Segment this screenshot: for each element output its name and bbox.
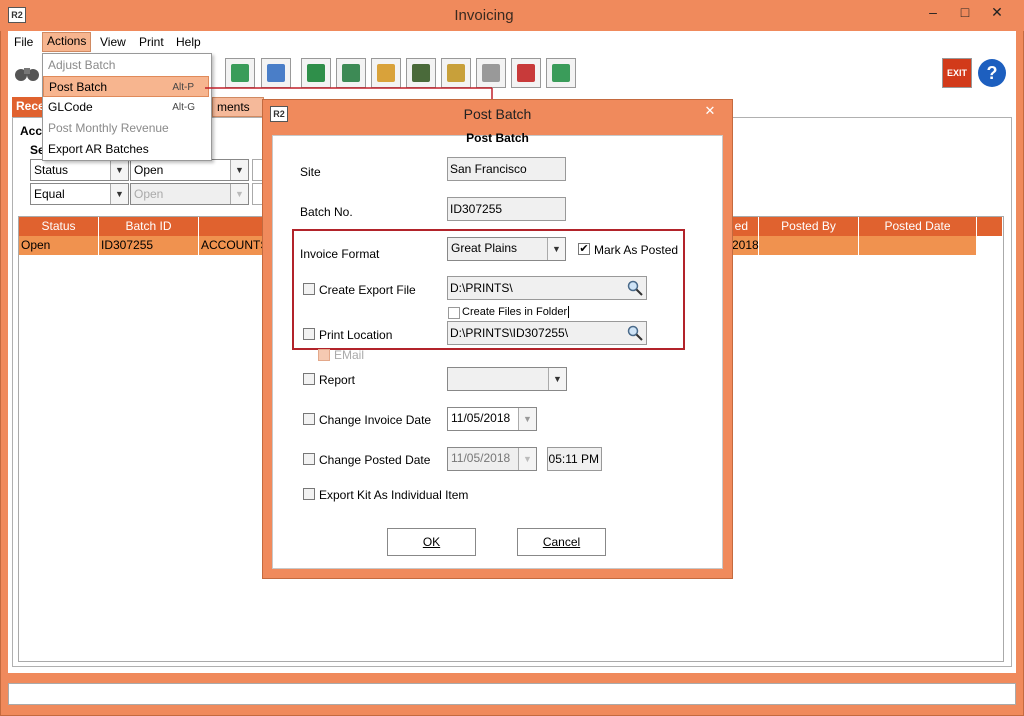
exit-button[interactable]: EXIT (942, 58, 972, 88)
site-field[interactable]: San Francisco (447, 157, 566, 181)
posted-time-value: 05:11 PM (548, 452, 599, 466)
ok-button[interactable]: OK (387, 528, 476, 556)
column-header-posted-date[interactable]: Posted Date (859, 217, 977, 236)
email-checkbox[interactable] (318, 349, 330, 361)
dialog-title: Post Batch (463, 106, 532, 122)
menu-actions[interactable]: Actions (42, 32, 92, 52)
table-cell-posted-by[interactable] (759, 236, 859, 255)
column-header-status[interactable]: Status (19, 217, 99, 236)
tab-receipts[interactable]: Rece (12, 97, 42, 117)
report-checkbox[interactable] (303, 373, 315, 385)
export-kit-checkbox[interactable] (303, 488, 315, 500)
posted-time-field[interactable]: 05:11 PM (547, 447, 602, 471)
menu-item-post-batch[interactable]: Post Batch Alt-P (43, 76, 209, 97)
table-cell-status[interactable]: Open (19, 236, 99, 255)
table-cell-accounts[interactable]: ACCOUNTS (199, 236, 265, 255)
column-header-batch-id[interactable]: Batch ID (99, 217, 199, 236)
menu-item-export-ar-batches[interactable]: Export AR Batches (43, 139, 209, 160)
column-header-blank[interactable] (199, 217, 265, 236)
gift-icon[interactable] (511, 58, 541, 88)
menu-view[interactable]: View (96, 34, 130, 52)
filter-value2-text: Open (134, 187, 164, 201)
close-button[interactable]: ✕ (984, 1, 1010, 23)
chevron-down-icon: ▼ (548, 368, 566, 390)
chevron-down-icon: ▼ (230, 160, 248, 180)
batch-no-label: Batch No. (300, 205, 353, 219)
filter-value-select[interactable]: Open ▼ (130, 159, 249, 181)
column-header-posted-by[interactable]: Posted By (759, 217, 859, 236)
maximize-button[interactable]: □ (952, 1, 978, 23)
window-title: Invoicing (454, 7, 514, 24)
change-invoice-date-label: Change Invoice Date (319, 413, 432, 427)
email-label: EMail (334, 348, 365, 362)
menu-item-glcode[interactable]: GLCode Alt-G (43, 97, 209, 118)
filter-value2-select[interactable]: Open ▼ (130, 183, 249, 205)
chevron-down-icon: ▼ (110, 184, 128, 204)
table-cell-posted-date[interactable] (859, 236, 977, 255)
table-cell-batch-id[interactable]: ID307255 (99, 236, 199, 255)
export-kit-label: Export Kit As Individual Item (319, 488, 469, 502)
change-posted-date-label: Change Posted Date (319, 453, 431, 467)
minimize-button[interactable]: – (920, 1, 946, 23)
chevron-down-icon: ▼ (518, 448, 536, 470)
chevron-down-icon: ▼ (518, 408, 536, 430)
batch-no-field[interactable]: ID307255 (447, 197, 566, 221)
site-label: Site (300, 165, 321, 179)
menu-file[interactable]: File (10, 34, 37, 52)
chevron-down-icon: ▼ (230, 184, 248, 204)
filter-operator-value: Equal (34, 187, 65, 201)
filter-value-text: Open (134, 163, 164, 177)
help-button[interactable]: ? (978, 59, 1006, 87)
binoculars-icon[interactable] (12, 58, 42, 88)
section-label: Acc (20, 124, 43, 138)
dialog-close-button[interactable]: ✕ (697, 100, 723, 122)
report-label: Report (319, 373, 356, 387)
column-header-filler (977, 217, 1003, 236)
table-cell-posted[interactable]: 2018 (730, 236, 759, 255)
menu-item-adjust-batch[interactable]: Adjust Batch (43, 55, 209, 76)
chevron-down-icon: ▼ (110, 160, 128, 180)
menu-item-post-monthly-revenue[interactable]: Post Monthly Revenue (43, 118, 209, 139)
filter-field-select[interactable]: Status ▼ (30, 159, 129, 181)
invoice-date-picker[interactable]: 11/05/2018 ▼ (447, 407, 537, 431)
change-posted-date-checkbox[interactable] (303, 453, 315, 465)
posted-date-value: 11/05/2018 (451, 451, 511, 465)
list-icon[interactable] (546, 58, 576, 88)
highlight-box (292, 229, 685, 350)
report-select[interactable]: ▼ (447, 367, 567, 391)
cancel-button[interactable]: Cancel (517, 528, 606, 556)
column-header-posted[interactable]: ed (730, 217, 759, 236)
change-invoice-date-checkbox[interactable] (303, 413, 315, 425)
group-title: Post Batch (466, 131, 529, 145)
menu-print[interactable]: Print (135, 34, 168, 52)
menu-help[interactable]: Help (172, 34, 205, 52)
status-bar (8, 683, 1016, 705)
posted-date-picker[interactable]: 11/05/2018 ▼ (447, 447, 537, 471)
filter-field-value: Status (34, 163, 69, 177)
invoice-date-value: 11/05/2018 (451, 411, 511, 425)
filter-operator-select[interactable]: Equal ▼ (30, 183, 129, 205)
